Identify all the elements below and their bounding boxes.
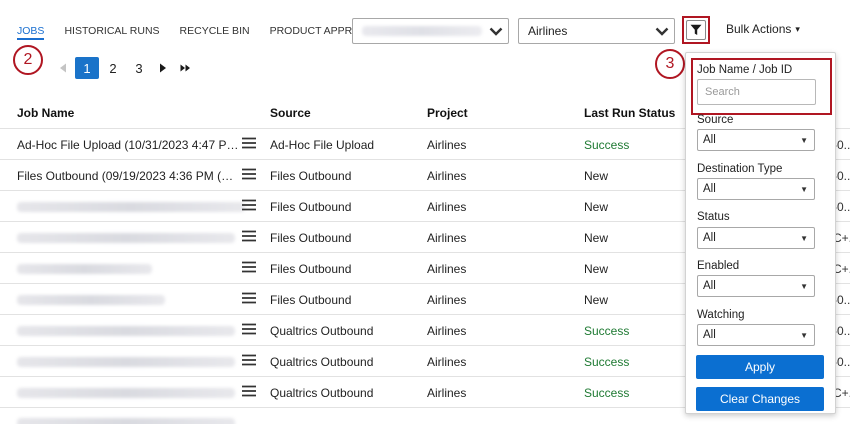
enabled-filter-label: Enabled: [697, 260, 740, 272]
job-status: Success: [584, 324, 630, 338]
hamburger-menu-icon[interactable]: [242, 230, 256, 245]
bulk-actions-label: Bulk Actions: [726, 22, 792, 36]
job-project: Airlines: [427, 355, 467, 369]
job-source: Qualtrics Outbound: [270, 355, 374, 369]
organization-select[interactable]: [352, 18, 509, 44]
caret-down-icon: ▼: [800, 330, 808, 340]
job-project: Airlines: [427, 324, 467, 338]
caret-down-icon: ▼: [800, 184, 808, 194]
job-source: Files Outbound: [270, 293, 352, 307]
job-project: Airlines: [427, 386, 467, 400]
project-select[interactable]: Airlines: [518, 18, 675, 44]
job-source: Qualtrics Outbound: [270, 324, 374, 338]
job-name-filter-label: Job Name / Job ID: [697, 64, 793, 76]
column-job-name[interactable]: Job Name: [17, 106, 74, 120]
callout-two: 2: [13, 45, 43, 75]
hamburger-menu-icon[interactable]: [242, 137, 256, 152]
pagination: 1 2 3: [52, 57, 196, 79]
job-source: Files Outbound: [270, 262, 352, 276]
enabled-filter-value: All: [703, 280, 716, 292]
job-source: Ad-Hoc File Upload: [270, 138, 375, 152]
job-status: New: [584, 293, 609, 307]
destination-type-filter-value: All: [703, 183, 716, 195]
job-project: Airlines: [427, 231, 467, 245]
filter-panel: Job Name / Job ID Search Source All ▼ De…: [685, 52, 836, 414]
hamburger-menu-icon[interactable]: [242, 261, 256, 276]
column-last-run-status[interactable]: Last Run Status: [584, 106, 675, 120]
status-filter-select[interactable]: All ▼: [697, 227, 815, 249]
caret-down-icon: ▼: [800, 233, 808, 243]
job-name[interactable]: Files Outbound (09/19/2023 4:36 PM (UT…: [17, 169, 239, 183]
job-project: Airlines: [427, 293, 467, 307]
redacted-job-name[interactable]: [17, 357, 235, 367]
destination-type-filter-select[interactable]: All ▼: [697, 178, 815, 200]
watching-filter-value: All: [703, 329, 716, 341]
redacted-job-name[interactable]: [17, 295, 165, 305]
source-filter-label: Source: [697, 114, 734, 126]
status-filter-value: All: [703, 232, 716, 244]
prev-page-icon[interactable]: [52, 57, 74, 79]
status-filter-label: Status: [697, 211, 730, 223]
job-source: Files Outbound: [270, 231, 352, 245]
enabled-filter-select[interactable]: All ▼: [697, 275, 815, 297]
bulk-actions-button[interactable]: Bulk Actions ▾: [726, 22, 800, 36]
caret-down-icon: ▼: [800, 281, 808, 291]
tab-historical-runs[interactable]: HISTORICAL RUNS: [64, 24, 159, 40]
job-name[interactable]: Ad-Hoc File Upload (10/31/2023 4:47 PM …: [17, 138, 239, 152]
project-select-value: Airlines: [528, 24, 568, 38]
hamburger-menu-icon[interactable]: [242, 354, 256, 369]
page-3[interactable]: 3: [127, 57, 151, 79]
caret-down-icon: ▼: [800, 135, 808, 145]
job-project: Airlines: [427, 262, 467, 276]
job-source: Files Outbound: [270, 169, 352, 183]
last-page-icon[interactable]: [174, 57, 196, 79]
hamburger-menu-icon[interactable]: [242, 168, 256, 183]
source-filter-value: All: [703, 134, 716, 146]
job-status: Success: [584, 138, 630, 152]
column-project[interactable]: Project: [427, 106, 468, 120]
job-project: Airlines: [427, 200, 467, 214]
redacted-job-name[interactable]: [17, 418, 235, 424]
redacted-job-name[interactable]: [17, 233, 235, 243]
chevron-down-icon: [650, 27, 674, 36]
job-project: Airlines: [427, 138, 467, 152]
filter-icon: [686, 20, 706, 40]
hamburger-menu-icon[interactable]: [242, 385, 256, 400]
redacted-job-name[interactable]: [17, 202, 245, 212]
job-project: Airlines: [427, 169, 467, 183]
job-status: New: [584, 231, 609, 245]
job-status: New: [584, 262, 609, 276]
job-source: Files Outbound: [270, 200, 352, 214]
filter-button[interactable]: [682, 16, 710, 44]
redacted-value: [362, 26, 482, 36]
tab-bar: JOBS HISTORICAL RUNS RECYCLE BIN PRODUCT…: [17, 24, 399, 40]
job-status: Success: [584, 386, 630, 400]
job-status: Success: [584, 355, 630, 369]
watching-filter-label: Watching: [697, 309, 745, 321]
next-page-icon[interactable]: [152, 57, 174, 79]
watching-filter-select[interactable]: All ▼: [697, 324, 815, 346]
job-status: New: [584, 200, 609, 214]
page-2[interactable]: 2: [101, 57, 125, 79]
job-search-input[interactable]: Search: [697, 79, 816, 105]
hamburger-menu-icon[interactable]: [242, 323, 256, 338]
redacted-job-name[interactable]: [17, 326, 235, 336]
redacted-job-name[interactable]: [17, 388, 235, 398]
apply-button[interactable]: Apply: [696, 355, 824, 379]
hamburger-menu-icon[interactable]: [242, 292, 256, 307]
destination-type-filter-label: Destination Type: [697, 163, 783, 175]
tab-recycle-bin[interactable]: RECYCLE BIN: [180, 24, 250, 40]
source-filter-select[interactable]: All ▼: [697, 129, 815, 151]
redacted-job-name[interactable]: [17, 264, 152, 274]
page-1[interactable]: 1: [75, 57, 99, 79]
job-source: Qualtrics Outbound: [270, 386, 374, 400]
hamburger-menu-icon[interactable]: [242, 199, 256, 214]
chevron-down-icon: [484, 27, 508, 36]
clear-changes-button[interactable]: Clear Changes: [696, 387, 824, 411]
column-source[interactable]: Source: [270, 106, 311, 120]
callout-three: 3: [655, 49, 685, 79]
caret-down-icon: ▾: [795, 23, 800, 34]
tab-jobs[interactable]: JOBS: [17, 24, 45, 40]
job-status: New: [584, 169, 609, 183]
